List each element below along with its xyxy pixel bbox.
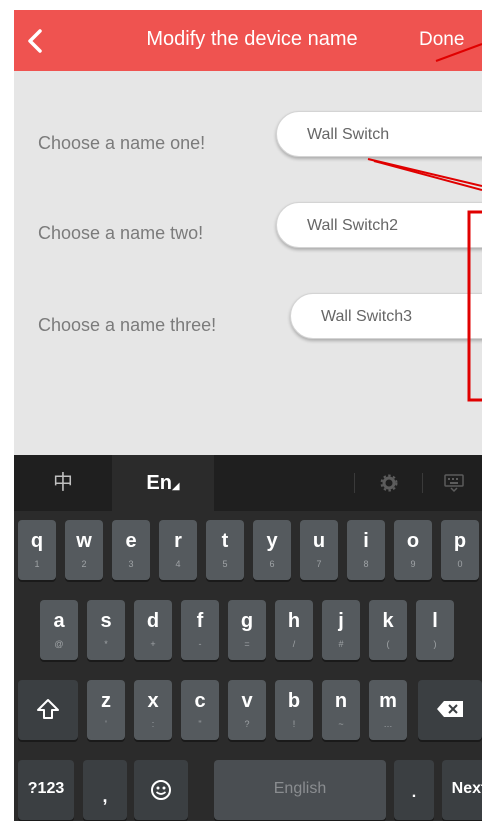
page-title: Modify the device name bbox=[146, 28, 358, 50]
key-q[interactable]: q1 bbox=[18, 520, 56, 580]
key-f[interactable]: f- bbox=[181, 600, 219, 660]
name-one-option[interactable]: Wall Switch bbox=[276, 111, 482, 157]
emoji-key[interactable] bbox=[134, 760, 188, 820]
english-input-tab[interactable]: En◢ bbox=[112, 455, 214, 511]
key-v[interactable]: v? bbox=[228, 680, 266, 740]
key-k[interactable]: k( bbox=[369, 600, 407, 660]
key-m[interactable]: m… bbox=[369, 680, 407, 740]
chinese-input-tab[interactable]: 中 bbox=[14, 455, 112, 511]
key-l[interactable]: l) bbox=[416, 600, 454, 660]
globe-icon bbox=[134, 778, 188, 807]
name-three-option[interactable]: Wall Switch3 bbox=[290, 293, 482, 339]
key-n[interactable]: n ~ bbox=[322, 680, 360, 740]
symbols-key[interactable]: ?123 bbox=[18, 760, 74, 820]
name-three-label: Choose a name three! bbox=[38, 315, 217, 335]
key-s[interactable]: s * bbox=[87, 600, 125, 660]
backspace-icon bbox=[418, 700, 482, 723]
backspace-key[interactable] bbox=[418, 680, 482, 740]
shift-key[interactable] bbox=[18, 680, 78, 740]
comma-key[interactable]: , bbox=[83, 760, 127, 820]
key-z[interactable]: z ' bbox=[87, 680, 125, 740]
key-i[interactable]: i8 bbox=[347, 520, 385, 580]
key-g[interactable]: g = bbox=[228, 600, 266, 660]
next-key[interactable]: Next bbox=[442, 760, 482, 820]
period-key[interactable]: . bbox=[394, 760, 434, 820]
key-p[interactable]: p0 bbox=[441, 520, 479, 580]
key-e[interactable]: e3 bbox=[112, 520, 150, 580]
space-key[interactable]: English bbox=[214, 760, 386, 820]
done-button[interactable]: Done bbox=[419, 29, 464, 51]
key-r[interactable]: r4 bbox=[159, 520, 197, 580]
key-y[interactable]: y6 bbox=[253, 520, 291, 580]
settings-gear-icon[interactable] bbox=[359, 455, 419, 511]
key-x[interactable]: x: bbox=[134, 680, 172, 740]
key-a[interactable]: a @ bbox=[40, 600, 78, 660]
key-j[interactable]: j # bbox=[322, 600, 360, 660]
soft-keyboard: 中 En◢ q1 w2 e3 r4 t 5 y 6 u 7 i 8 o 9 p … bbox=[14, 455, 482, 821]
toolbar-divider bbox=[354, 473, 355, 493]
english-input-label: En bbox=[146, 472, 172, 494]
toolbar-divider bbox=[422, 473, 423, 493]
key-d[interactable]: d + bbox=[134, 600, 172, 660]
key-o[interactable]: o9 bbox=[394, 520, 432, 580]
name-two-option[interactable]: Wall Switch2 bbox=[276, 202, 482, 248]
key-t[interactable]: t5 bbox=[206, 520, 244, 580]
header-bar: Modify the device name Done bbox=[14, 10, 482, 71]
key-u[interactable]: u7 bbox=[300, 520, 338, 580]
shift-arrow-icon bbox=[18, 697, 78, 726]
key-c[interactable]: c " bbox=[181, 680, 219, 740]
name-one-label: Choose a name one! bbox=[38, 133, 206, 153]
key-w[interactable]: w2 bbox=[65, 520, 103, 580]
key-b[interactable]: b! bbox=[275, 680, 313, 740]
keyboard-toolbar: 中 En◢ bbox=[14, 455, 482, 511]
key-h[interactable]: h / bbox=[275, 600, 313, 660]
hide-keyboard-icon[interactable] bbox=[426, 455, 482, 511]
app-screen: Modify the device name Done Choose a nam… bbox=[14, 10, 482, 821]
name-two-label: Choose a name two! bbox=[38, 223, 204, 243]
